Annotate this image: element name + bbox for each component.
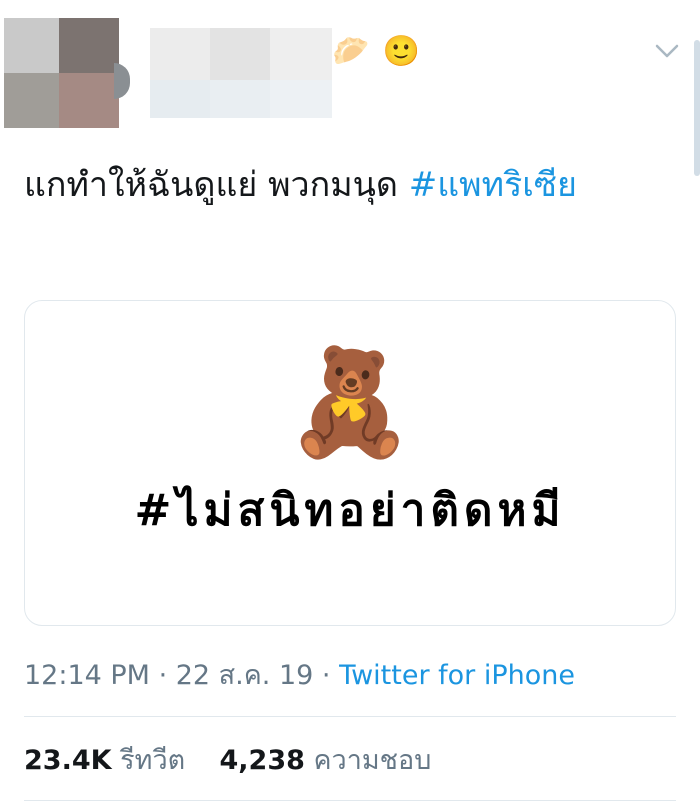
scrollbar[interactable] — [694, 40, 700, 176]
tweet-source-link[interactable]: Twitter for iPhone — [339, 660, 575, 691]
divider — [24, 800, 676, 801]
media-card[interactable]: 🧸 #ไม่สนิทอย่าติดหมี — [24, 300, 676, 626]
teddy-bear-icon: 🧸 — [285, 341, 415, 463]
tweet-header: 🥟 🙂 — [0, 0, 700, 140]
retweets-stat[interactable]: 23.4K รีทวีต — [24, 745, 185, 776]
tweet-body: แกทำให้ฉันดูแย่ พวกมนุด — [24, 165, 409, 205]
retweets-count: 23.4K — [24, 745, 112, 776]
tweet-stats: 23.4K รีทวีต 4,238 ความชอบ — [24, 743, 431, 779]
hashtag-link[interactable]: #แพทริเซีย — [409, 165, 577, 205]
avatar-edge — [114, 63, 130, 99]
author-name-blurred[interactable] — [150, 28, 332, 118]
divider — [24, 716, 676, 717]
likes-stat[interactable]: 4,238 ความชอบ — [219, 745, 431, 776]
tweet-time: 12:14 PM — [24, 660, 150, 691]
tweet-text: แกทำให้ฉันดูแย่ พวกมนุด #แพทริเซีย — [24, 156, 654, 214]
tweet-date: 22 ส.ค. 19 — [175, 660, 314, 691]
likes-count: 4,238 — [219, 745, 305, 776]
card-hashtag-text: #ไม่สนิทอย่าติดหมี — [134, 485, 566, 536]
avatar[interactable] — [0, 8, 130, 138]
tweet-meta: 12:14 PM · 22 ส.ค. 19 · Twitter for iPho… — [24, 658, 575, 694]
meta-separator: · — [149, 660, 176, 691]
retweets-label: รีทวีต — [120, 745, 186, 776]
author-name-emojis: 🥟 🙂 — [332, 34, 423, 69]
meta-separator: · — [313, 660, 340, 691]
likes-label: ความชอบ — [313, 745, 432, 776]
chevron-down-icon[interactable] — [652, 36, 682, 66]
avatar-blurred-image — [4, 18, 124, 128]
